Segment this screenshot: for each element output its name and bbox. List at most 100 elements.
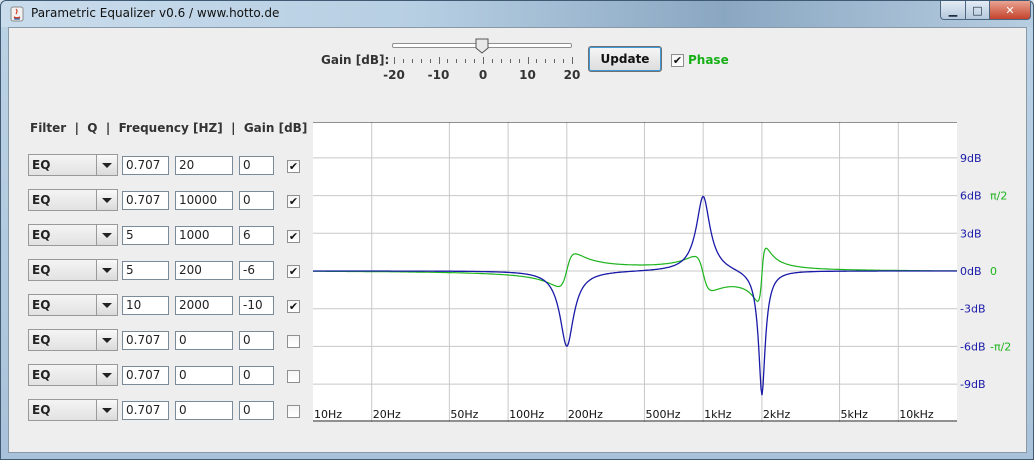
filter-type-select[interactable]: EQ <box>28 154 118 176</box>
q-field[interactable]: 0.707 <box>122 191 169 210</box>
filter-on-checkbox[interactable]: ✔ <box>287 195 300 208</box>
filter-type-value: EQ <box>32 193 51 207</box>
slider-tick <box>394 57 395 64</box>
checkmark-icon: ✔ <box>288 300 299 313</box>
filter-type-value: EQ <box>32 333 51 347</box>
q-field[interactable]: 0.707 <box>122 156 169 175</box>
slider-tick <box>411 59 413 63</box>
x-tick-label: 50Hz <box>450 408 478 421</box>
filter-type-select[interactable]: EQ <box>28 364 118 386</box>
slider-tick-label: -10 <box>427 68 450 82</box>
slider-tick-label: 10 <box>519 68 536 82</box>
slider-tick <box>518 59 520 63</box>
frequency-field[interactable]: 20 <box>175 156 233 175</box>
filter-row: EQ 0.707 10000 0 ✔ <box>28 189 300 211</box>
filter-type-value: EQ <box>32 228 51 242</box>
y-tick-label: -3dB <box>960 303 986 316</box>
slider-tick <box>500 59 502 63</box>
frequency-field[interactable]: 0 <box>175 401 233 420</box>
filter-on-checkbox[interactable] <box>287 370 300 383</box>
filter-on-checkbox[interactable] <box>287 335 300 348</box>
java-app-icon <box>10 6 24 22</box>
frequency-field[interactable]: 2000 <box>175 296 233 315</box>
slider-tick <box>483 57 484 64</box>
slider-tick <box>572 57 573 64</box>
phase-label: Phase <box>688 53 729 67</box>
frequency-field[interactable]: 10000 <box>175 191 233 210</box>
slider-tick <box>438 57 440 64</box>
filter-type-select[interactable]: EQ <box>28 294 118 316</box>
gain-field[interactable]: 0 <box>239 191 274 210</box>
q-field[interactable]: 5 <box>122 226 169 245</box>
filter-row: EQ 5 1000 6 ✔ <box>28 224 300 246</box>
chevron-down-icon[interactable] <box>96 365 117 385</box>
chevron-down-icon[interactable] <box>96 330 117 350</box>
gain-field[interactable]: 0 <box>239 366 274 385</box>
filter-row: EQ 0.707 0 0 <box>28 329 300 351</box>
q-field[interactable]: 5 <box>122 261 169 280</box>
q-field[interactable]: 0.707 <box>122 366 169 385</box>
chevron-down-icon[interactable] <box>96 295 117 315</box>
frequency-field[interactable]: 0 <box>175 331 233 350</box>
q-field[interactable]: 0.707 <box>122 331 169 350</box>
filter-type-select[interactable]: EQ <box>28 329 118 351</box>
filter-type-value: EQ <box>32 158 51 172</box>
filter-row: EQ 0.707 0 0 <box>28 399 300 421</box>
title-bar[interactable]: Parametric Equalizer v0.6 / www.hotto.de… <box>1 1 1033 27</box>
frequency-response-graph: 10Hz 20Hz 50Hz 100Hz 200Hz 500Hz 1kHz 2kHz 5kHz 1… <box>313 122 1011 422</box>
filter-type-select[interactable]: EQ <box>28 224 118 246</box>
gain-field[interactable]: -6 <box>239 261 274 280</box>
q-field[interactable]: 10 <box>122 296 169 315</box>
slider-tick <box>447 59 449 63</box>
gain-field[interactable]: 0 <box>239 401 274 420</box>
close-button[interactable]: ✕ <box>989 1 1031 20</box>
window-title: Parametric Equalizer v0.6 / www.hotto.de <box>31 6 280 20</box>
gain-field[interactable]: 0 <box>239 156 274 175</box>
q-field[interactable]: 0.707 <box>122 401 169 420</box>
gain-label: Gain [dB]: <box>321 53 390 67</box>
filter-type-select[interactable]: EQ <box>28 399 118 421</box>
x-tick-label: 20Hz <box>373 408 401 421</box>
slider-tick <box>554 59 556 63</box>
x-tick-label: 2kHz <box>763 408 791 421</box>
chevron-down-icon[interactable] <box>96 400 117 420</box>
slider-tick <box>474 59 476 63</box>
slider-tick <box>563 59 565 63</box>
checkmark-icon: ✔ <box>672 54 683 67</box>
phase-tick-label: -π/2 <box>990 340 1011 353</box>
filter-on-checkbox[interactable] <box>287 405 300 418</box>
chevron-down-icon[interactable] <box>96 190 117 210</box>
filter-on-checkbox[interactable]: ✔ <box>287 265 300 278</box>
filter-type-value: EQ <box>32 298 51 312</box>
filter-type-select[interactable]: EQ <box>28 189 118 211</box>
slider-tick <box>491 59 493 63</box>
slider-tick <box>527 57 529 64</box>
minimize-button[interactable]: ▁ <box>940 1 966 20</box>
filter-on-checkbox[interactable]: ✔ <box>287 230 300 243</box>
phase-checkbox[interactable]: ✔ <box>671 54 684 67</box>
filter-on-checkbox[interactable]: ✔ <box>287 300 300 313</box>
frequency-field[interactable]: 0 <box>175 366 233 385</box>
gain-field[interactable]: 0 <box>239 331 274 350</box>
x-tick-label: 1kHz <box>704 408 732 421</box>
y-tick-label: 9dB <box>960 152 982 165</box>
y-tick-label: -9dB <box>960 378 986 391</box>
close-icon: ✕ <box>1005 3 1015 17</box>
filter-on-checkbox[interactable]: ✔ <box>287 160 300 173</box>
chevron-down-icon[interactable] <box>96 260 117 280</box>
filter-type-value: EQ <box>32 368 51 382</box>
frequency-field[interactable]: 1000 <box>175 226 233 245</box>
filter-row: EQ 0.707 0 0 <box>28 364 300 386</box>
checkmark-icon: ✔ <box>288 265 299 278</box>
gain-field[interactable]: 6 <box>239 226 274 245</box>
filter-type-select[interactable]: EQ <box>28 259 118 281</box>
gain-field[interactable]: -10 <box>239 296 274 315</box>
update-button[interactable]: Update <box>588 46 662 72</box>
slider-tick <box>402 59 404 63</box>
gain-slider-thumb[interactable] <box>475 38 489 54</box>
chevron-down-icon[interactable] <box>96 155 117 175</box>
frequency-field[interactable]: 200 <box>175 261 233 280</box>
slider-tick-label: -20 <box>383 68 405 82</box>
maximize-button[interactable]: □ <box>965 1 990 20</box>
chevron-down-icon[interactable] <box>96 225 117 245</box>
